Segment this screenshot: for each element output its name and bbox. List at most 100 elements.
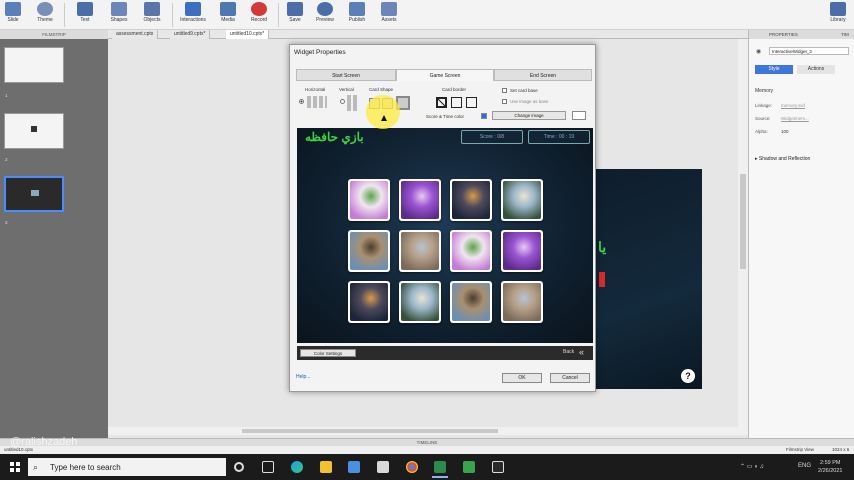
- slide-help-button[interactable]: ?: [681, 369, 695, 383]
- score-time-color-swatch[interactable]: [481, 113, 487, 119]
- card-border-thinner[interactable]: [466, 97, 477, 108]
- memory-card[interactable]: [501, 179, 543, 221]
- back-label[interactable]: Back: [563, 349, 574, 355]
- slide-thumbnail[interactable]: [4, 113, 64, 149]
- source-value[interactable]: Widgetmem...: [781, 116, 809, 121]
- doc-tab-untitled9[interactable]: untitled9.cptx*: [170, 30, 211, 39]
- text-button[interactable]: Text: [72, 2, 98, 23]
- edge-icon[interactable]: [291, 461, 303, 473]
- set-card-base-label: Set card base: [510, 88, 538, 93]
- assets-button[interactable]: Assets: [376, 2, 402, 23]
- horizontal-radio[interactable]: [299, 99, 304, 104]
- use-image-checkbox[interactable]: [502, 99, 507, 104]
- card-image: [503, 283, 541, 321]
- cortana-icon[interactable]: [234, 462, 244, 472]
- doc-tab-untitled10[interactable]: untitled10.cptx*: [226, 30, 270, 39]
- library-button[interactable]: Library: [825, 2, 851, 23]
- card-border-none[interactable]: [436, 97, 447, 108]
- scrollbar-thumb[interactable]: [740, 174, 746, 269]
- mouse-cursor-icon: [381, 115, 387, 121]
- media-button[interactable]: Media: [215, 2, 241, 23]
- color-settings-button[interactable]: Color Settings: [300, 349, 356, 357]
- memory-card[interactable]: [450, 281, 492, 323]
- time-display: Time : 00 : 19: [528, 130, 590, 144]
- record-button[interactable]: Record: [246, 2, 272, 23]
- theme-icon: [37, 2, 53, 16]
- publish-button[interactable]: Publish: [344, 2, 370, 23]
- ok-button[interactable]: OK: [502, 373, 542, 383]
- vertical-label: Vertical: [339, 87, 354, 92]
- theme-button[interactable]: Theme: [32, 2, 58, 23]
- library-icon: [830, 2, 846, 16]
- task-view-icon[interactable]: [262, 461, 274, 473]
- timeline-tab[interactable]: TIM: [841, 30, 849, 39]
- captivate-icon[interactable]: [432, 461, 448, 478]
- taskbar-clock[interactable]: 2:59 PM 2/26/2021: [818, 459, 842, 475]
- shadow-reflection-section[interactable]: ▸ Shadow and Reflection: [755, 156, 810, 162]
- file-explorer-icon[interactable]: [320, 461, 332, 473]
- slide-thumbnail[interactable]: [4, 47, 64, 83]
- tray-icons[interactable]: ⌃ ▭ ◖ ♫: [740, 463, 764, 470]
- interactions-button[interactable]: Interactions: [180, 2, 206, 23]
- stage-vertical-scrollbar[interactable]: [738, 39, 748, 429]
- camtasia-icon[interactable]: [463, 461, 475, 473]
- taskbar-search-box[interactable]: ⌕ Type here to search: [28, 458, 226, 476]
- actions-tab[interactable]: Actions: [797, 65, 835, 74]
- linkage-value[interactable]: memory.swf: [781, 103, 805, 108]
- shapes-button[interactable]: Shapes: [106, 2, 132, 23]
- channel-watermark: @ralishzadeh: [10, 436, 78, 448]
- mail-icon[interactable]: [377, 461, 389, 473]
- slide-canvas[interactable]: [596, 169, 702, 389]
- timeline-bar[interactable]: TIMELINE: [0, 438, 854, 446]
- slide-thumbnail-selected[interactable]: [4, 176, 64, 212]
- store-icon[interactable]: [348, 461, 360, 473]
- memory-card[interactable]: [399, 230, 441, 272]
- tab-start-screen[interactable]: Start Screen: [296, 69, 396, 81]
- ribbon-separator: [64, 3, 65, 27]
- back-arrow-icon[interactable]: «: [579, 347, 584, 357]
- game-title: بازي حافظه: [305, 130, 364, 144]
- card-image: [401, 283, 439, 321]
- input-language[interactable]: ENG: [798, 463, 811, 469]
- style-tab[interactable]: Style: [755, 65, 793, 74]
- object-name-field[interactable]: InteractiveWidget_3: [769, 47, 849, 55]
- objects-button[interactable]: Objects: [139, 2, 165, 23]
- help-link[interactable]: Help...: [296, 374, 310, 380]
- windows-start-icon[interactable]: [10, 462, 20, 472]
- preview-button[interactable]: Preview: [312, 2, 338, 23]
- card-image: [452, 232, 490, 270]
- memory-card[interactable]: [501, 281, 543, 323]
- slide-number: 1: [5, 93, 8, 98]
- slide-icon: [5, 2, 21, 16]
- doc-tab-assessment[interactable]: assessment.cptx: [112, 30, 159, 39]
- memory-card[interactable]: [399, 179, 441, 221]
- slide-button[interactable]: Slide: [0, 2, 26, 23]
- change-image-button[interactable]: Change image: [492, 111, 566, 120]
- alpha-value[interactable]: 100: [781, 129, 789, 134]
- card-border-thin[interactable]: [451, 97, 462, 108]
- memory-card[interactable]: [399, 281, 441, 323]
- memory-card[interactable]: [450, 230, 492, 272]
- memory-card[interactable]: [450, 179, 492, 221]
- stage-horizontal-scrollbar[interactable]: [108, 427, 748, 435]
- save-icon: [287, 2, 303, 16]
- memory-card[interactable]: [348, 281, 390, 323]
- preview-bottom-bar: Color Settings Back «: [297, 346, 593, 360]
- set-card-base-checkbox[interactable]: [502, 88, 507, 93]
- scrollbar-thumb[interactable]: [242, 429, 498, 433]
- memory-card[interactable]: [348, 230, 390, 272]
- eye-icon[interactable]: ◉: [756, 48, 761, 55]
- recorder-icon[interactable]: [492, 461, 504, 473]
- tab-game-screen[interactable]: Game Screen: [396, 69, 494, 81]
- save-button[interactable]: Save: [282, 2, 308, 23]
- memory-section-title: Memory: [755, 88, 774, 94]
- memory-card[interactable]: [501, 230, 543, 272]
- cancel-button[interactable]: Cancel: [550, 373, 590, 383]
- memory-card[interactable]: [348, 179, 390, 221]
- linkage-label: Linkage:: [755, 103, 773, 108]
- vertical-radio[interactable]: [340, 99, 345, 104]
- status-size: 1024 x 6: [832, 447, 850, 452]
- chrome-icon[interactable]: [406, 461, 418, 473]
- tab-end-screen[interactable]: End Screen: [494, 69, 592, 81]
- score-time-color-label: Score & Time color: [426, 114, 465, 119]
